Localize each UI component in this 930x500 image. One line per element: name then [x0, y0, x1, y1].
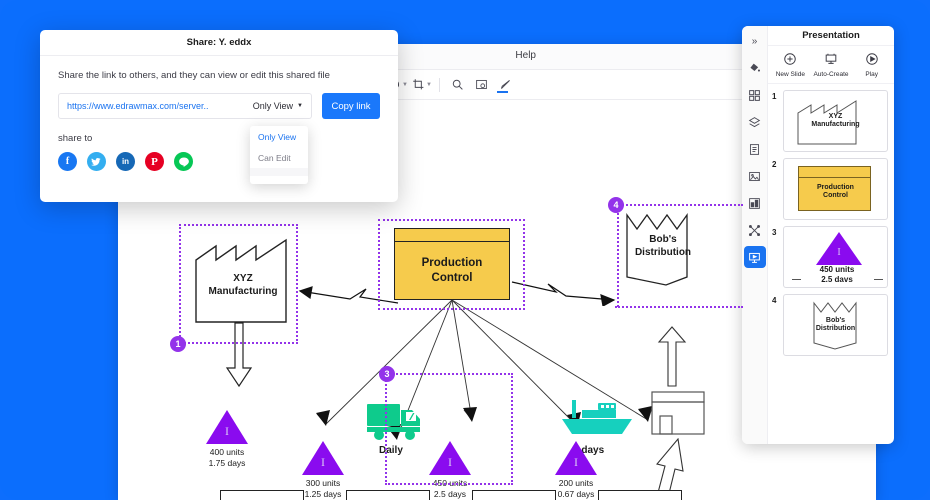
selection-marker-4[interactable]: 4: [608, 197, 624, 213]
slide-thumbnail[interactable]: Bob's Distribution: [783, 294, 888, 356]
process-header: [347, 491, 429, 500]
zoom-icon[interactable]: [445, 73, 469, 97]
inventory-i-glyph: I: [321, 455, 325, 469]
permission-option-only-view[interactable]: Only View: [250, 126, 308, 147]
process-box-cutting[interactable]: Cutting: [220, 490, 304, 500]
collapse-icon[interactable]: »: [744, 30, 766, 52]
selection-line-customer-bottom: [615, 306, 743, 308]
new-slide-button[interactable]: New Slide: [770, 52, 810, 78]
dropdown-footer: [250, 168, 308, 176]
chart-icon[interactable]: [744, 192, 766, 214]
slide-number: 3: [772, 228, 777, 237]
pinterest-icon[interactable]: P: [145, 152, 164, 171]
process-header: [221, 491, 303, 500]
permission-dropdown-menu: Only View Can Edit: [250, 126, 308, 184]
process-header: [599, 491, 681, 500]
slide-item[interactable]: 4 Bob's Distribution: [772, 294, 888, 356]
social-share-row: f in P: [40, 144, 398, 171]
snapshot-icon[interactable]: [469, 73, 493, 97]
linkedin-icon[interactable]: in: [116, 152, 135, 171]
slide-caption: Production Control: [817, 183, 854, 199]
new-slide-label: New Slide: [775, 71, 805, 78]
inventory-4[interactable]: I: [555, 441, 597, 475]
slide-number: 2: [772, 160, 777, 169]
fill-bucket-icon[interactable]: [744, 57, 766, 79]
inventory-1[interactable]: I: [206, 410, 248, 444]
panel-rail: »: [742, 26, 768, 444]
selection-marker-3[interactable]: 3: [379, 366, 395, 382]
share-link-box[interactable]: https://www.edrawmax.com/server.. Only V…: [58, 93, 312, 119]
permission-dropdown-trigger[interactable]: Only View ▼: [245, 101, 303, 111]
presentation-main: Presentation New Slide Auto-Create Play …: [768, 26, 894, 444]
slide-number: 1: [772, 92, 777, 101]
warehouse-icon: [651, 391, 705, 435]
slide-item[interactable]: 2 Production Control: [772, 158, 888, 220]
copy-link-button[interactable]: Copy link: [322, 93, 380, 119]
symbols-grid-icon[interactable]: [744, 84, 766, 106]
selection-box-control: [378, 219, 525, 310]
share-to-label: share to: [58, 133, 93, 144]
projector-icon: [811, 52, 851, 68]
image-icon[interactable]: [744, 165, 766, 187]
presentation-panel-title: Presentation: [768, 26, 894, 46]
process-box-stamping[interactable]: Stamping: [346, 490, 430, 500]
twitter-icon[interactable]: [87, 152, 106, 171]
slide-number: 4: [772, 296, 777, 305]
chevron-down-icon: ▼: [297, 103, 303, 109]
selection-box-stamping: [385, 373, 513, 485]
presentation-actions: New Slide Auto-Create Play: [768, 46, 894, 84]
toolbar-separator-3: [439, 77, 440, 92]
inventory-i-glyph: I: [225, 424, 229, 438]
menu-item-help[interactable]: Help: [515, 50, 536, 61]
inventory-2[interactable]: I: [302, 441, 344, 475]
selection-marker-1[interactable]: 1: [170, 336, 186, 352]
share-dialog: Share: Y. eddx Share the link to others,…: [40, 30, 398, 202]
inventory-i-glyph: I: [574, 455, 578, 469]
presentation-panel: » Presentation New Slide Auto-Create Pla…: [742, 26, 894, 444]
play-circle-icon: [852, 52, 892, 68]
inventory-1-label: 400 units 1.75 days: [208, 447, 246, 468]
selection-box-supplier: [179, 224, 298, 344]
shuffle-icon[interactable]: [744, 219, 766, 241]
plus-circle-icon: [770, 52, 810, 68]
auto-create-button[interactable]: Auto-Create: [811, 52, 851, 78]
process-header: [473, 491, 555, 500]
pencil-icon[interactable]: [493, 73, 517, 97]
slide-thumbnail[interactable]: XYZ Manufacturing: [783, 90, 888, 152]
outline-icon[interactable]: [744, 138, 766, 160]
selection-line-customer-top: [615, 204, 743, 206]
customer-label: Bob's Distribution: [634, 234, 692, 258]
permission-selected-value: Only View: [252, 101, 294, 111]
share-link-url[interactable]: https://www.edrawmax.com/server..: [67, 101, 245, 111]
auto-create-label: Auto-Create: [813, 71, 849, 78]
play-button[interactable]: Play: [852, 52, 892, 78]
crop-icon[interactable]: ▼: [410, 73, 434, 97]
share-dialog-description: Share the link to others, and they can v…: [58, 70, 330, 81]
shipping-arrow-upper: [657, 326, 687, 387]
slide-caption: XYZ Manufacturing: [811, 112, 860, 128]
slide-thumbnail[interactable]: Production Control: [783, 158, 888, 220]
play-label: Play: [865, 71, 878, 78]
process-box-packaging[interactable]: Packaging: [598, 490, 682, 500]
slide-item[interactable]: 1 XYZ Manufacturing: [772, 90, 888, 152]
facebook-icon[interactable]: f: [58, 152, 77, 171]
ship-icon: [562, 400, 632, 434]
slide-list[interactable]: 1 XYZManufacturing 2 ProductionControl: [768, 84, 894, 444]
slide-item[interactable]: 3 I 450 units 2.5 davs: [772, 226, 888, 288]
screenshot-root: Help ▼ ▼ 1 3 4 XYZ Manufacturing Product…: [0, 0, 930, 500]
process-box-painting[interactable]: Painting: [472, 490, 556, 500]
slide-thumbnail[interactable]: I 450 units 2.5 davs: [783, 226, 888, 288]
share-link-row: https://www.edrawmax.com/server.. Only V…: [40, 81, 398, 119]
share-dialog-title: Share: Y. eddx: [40, 30, 398, 56]
line-icon[interactable]: [174, 152, 193, 171]
layers-icon[interactable]: [744, 111, 766, 133]
presentation-icon[interactable]: [743, 246, 766, 268]
line-color-caret-icon[interactable]: ▼: [402, 82, 408, 88]
slide-caption: Bob's Distribution: [815, 316, 856, 332]
crop-caret-icon[interactable]: ▼: [426, 82, 432, 88]
permission-option-can-edit[interactable]: Can Edit: [250, 147, 308, 168]
selection-vline-customer: [617, 204, 619, 307]
